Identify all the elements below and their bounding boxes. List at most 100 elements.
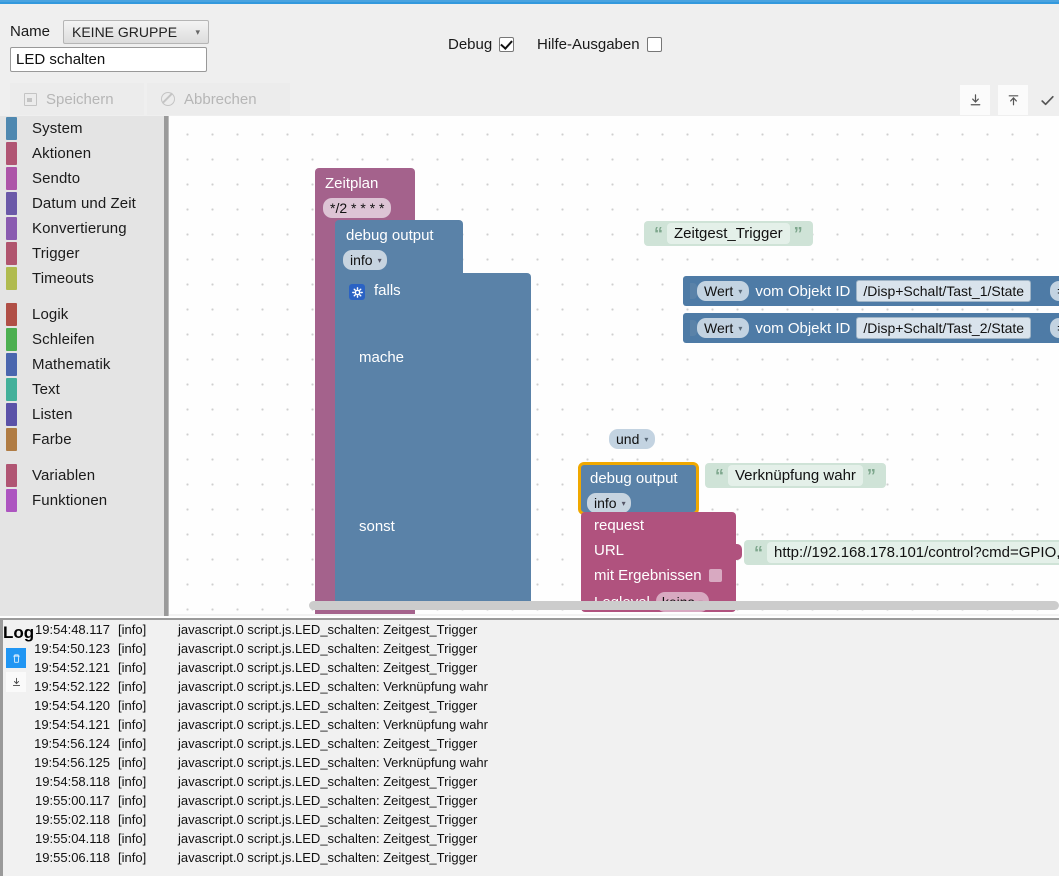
log-entry-time: 19:54:52.121 — [34, 660, 110, 675]
category-label: Mathematik — [32, 356, 111, 373]
condition-row[interactable]: Wert ▾ vom Objekt ID /Disp+Schalt/Tast_2… — [683, 313, 1059, 343]
text-block-value[interactable]: Verknüpfung wahr — [728, 465, 863, 486]
text-block-value[interactable]: Zeitgest_Trigger — [667, 223, 790, 244]
category-color-swatch — [6, 303, 17, 326]
category-label: Datum und Zeit — [32, 195, 136, 212]
log-entry[interactable]: 19:54:52.122 [info] javascript.0 script.js… — [0, 677, 1059, 696]
log-entry[interactable]: 19:54:50.123 [info] javascript.0 script.js… — [0, 639, 1059, 658]
log-entry-time: 19:55:06.118 — [35, 850, 110, 865]
puzzle-plug-icon — [732, 544, 742, 560]
object-id-field[interactable]: /Disp+Schalt/Tast_1/State — [856, 280, 1032, 302]
debug-checkbox[interactable] — [499, 37, 515, 52]
log-entry-message: javascript.0 script.js.LED_schalten: Zei… — [178, 774, 478, 789]
quote-open-icon: “ — [654, 223, 663, 244]
category-color-swatch — [6, 167, 17, 190]
log-entry-message: javascript.0 script.js.LED_schalten: Zei… — [178, 850, 478, 865]
debug-output-block-top[interactable]: debug output info ▾ — [335, 220, 463, 273]
cancel-button-label: Abbrechen — [184, 90, 257, 108]
log-entry[interactable]: 19:54:56.125 [info] javascript.0 script.js… — [0, 753, 1059, 772]
toolbox-category-timeouts[interactable]: Timeouts — [0, 266, 168, 291]
toolbox-category-text[interactable]: Text — [0, 377, 168, 402]
log-entry[interactable]: 19:55:06.118 [info] javascript.0 script.js… — [0, 848, 1059, 867]
import-button[interactable] — [998, 85, 1028, 115]
toolbox-category-listen[interactable]: Listen — [0, 402, 168, 427]
log-entry[interactable]: 19:55:02.118 [info] javascript.0 script.js… — [0, 810, 1059, 829]
log-entry[interactable]: 19:54:54.121 [info] javascript.0 script.js… — [0, 715, 1059, 734]
log-entry-list[interactable]: 19:54:48.117 [info] javascript.0 script.js… — [0, 620, 1059, 867]
log-entry-time: 19:54:52.122 — [34, 679, 110, 694]
chevron-down-icon: ▾ — [621, 498, 626, 508]
request-block-do[interactable]: request URL mit Ergebnissen Loglevel kei… — [581, 512, 742, 612]
comparator-dropdown[interactable]: = ▾ — [1050, 281, 1059, 301]
blockly-workspace[interactable]: Zeitplan */2 * * * * debug output info ▾… — [169, 116, 1059, 616]
toolbox-category-mathematik[interactable]: Mathematik — [0, 352, 168, 377]
log-entry[interactable]: 19:54:54.120 [info] javascript.0 script.js… — [0, 696, 1059, 715]
puzzle-notch-icon — [1037, 320, 1045, 336]
request-with-results-checkbox[interactable] — [708, 569, 722, 582]
toolbox-category-trigger[interactable]: Trigger — [0, 241, 168, 266]
check-icon — [1041, 95, 1054, 105]
toolbox-category-logik[interactable]: Logik — [0, 302, 168, 327]
toolbox-category-sendto[interactable]: Sendto — [0, 166, 168, 191]
do-label: mache — [359, 349, 405, 366]
log-entry-message: javascript.0 script.js.LED_schalten: Zei… — [178, 622, 478, 637]
debug-level-dropdown[interactable]: info ▾ — [343, 250, 387, 270]
log-entry[interactable]: 19:54:56.124 [info] javascript.0 script.js… — [0, 734, 1059, 753]
category-color-swatch — [6, 192, 17, 215]
toolbox-category-farbe[interactable]: Farbe — [0, 427, 168, 452]
and-operator-dropdown[interactable]: und ▾ — [609, 429, 656, 449]
export-button[interactable] — [960, 85, 990, 115]
save-button[interactable]: Speichern — [10, 83, 144, 115]
workspace-horizontal-scrollbar[interactable] — [169, 601, 1059, 610]
cron-field[interactable]: */2 * * * * — [323, 198, 392, 218]
toolbox-category-konvertierung[interactable]: Konvertierung — [0, 216, 168, 241]
comparator-dropdown[interactable]: = ▾ — [1050, 318, 1059, 338]
toolbox-category-datum-und-zeit[interactable]: Datum und Zeit — [0, 191, 168, 216]
value-type-dropdown[interactable]: Wert ▾ — [697, 318, 750, 338]
toolbox-category-system[interactable]: System — [0, 116, 168, 141]
toolbox-category-aktionen[interactable]: Aktionen — [0, 141, 168, 166]
gear-icon[interactable] — [349, 284, 365, 300]
toolbox-category-variablen[interactable]: Variablen — [0, 463, 168, 488]
toolbox-divider — [164, 116, 168, 616]
schedule-block-title: Zeitplan — [325, 175, 379, 192]
object-id-field[interactable]: /Disp+Schalt/Tast_2/State — [856, 317, 1032, 339]
category-label: Listen — [32, 406, 73, 423]
blockly-toolbox[interactable]: System Aktionen Sendto Datum und Zeit Konver… — [0, 116, 169, 616]
chevron-down-icon: ▾ — [377, 255, 382, 265]
url-value[interactable]: http://192.168.178.101/control?cmd=GPIO,… — [767, 542, 1059, 563]
log-entry[interactable]: 19:54:52.121 [info] javascript.0 script.js… — [0, 658, 1059, 677]
log-entry[interactable]: 19:55:04.118 [info] javascript.0 script.js… — [0, 829, 1059, 848]
group-dropdown[interactable]: KEINE GRUPPE ▾ — [63, 20, 209, 44]
debug-level-dropdown[interactable]: info ▾ — [587, 493, 631, 513]
scrollbar-thumb[interactable] — [309, 601, 1059, 610]
debug-level-value: info — [350, 252, 373, 268]
chevron-down-icon: ▾ — [195, 26, 200, 37]
condition-row[interactable]: Wert ▾ vom Objekt ID /Disp+Schalt/Tast_1… — [683, 276, 1059, 306]
category-color-swatch — [6, 489, 17, 512]
toolbox-category-schleifen[interactable]: Schleifen — [0, 327, 168, 352]
category-color-swatch — [6, 464, 17, 487]
text-block-trigger[interactable]: “ Zeitgest_Trigger ” — [644, 221, 813, 246]
log-entry[interactable]: 19:54:48.117 [info] javascript.0 script.js… — [0, 620, 1059, 639]
text-block-url-do[interactable]: “ http://192.168.178.101/control?cmd=GPI… — [744, 540, 1059, 565]
log-entry[interactable]: 19:54:58.118 [info] javascript.0 script.js… — [0, 772, 1059, 791]
confirm-button[interactable] — [1036, 85, 1059, 115]
name-label: Name — [10, 23, 51, 40]
log-entry-time: 19:54:48.117 — [35, 622, 110, 637]
schedule-block[interactable]: Zeitplan */2 * * * * — [315, 168, 415, 221]
text-block-verknuepfung[interactable]: “ Verknüpfung wahr ” — [705, 463, 886, 488]
category-label: Farbe — [32, 431, 72, 448]
cancel-button[interactable]: Abbrechen — [147, 83, 290, 115]
log-entry-severity: [info] — [118, 660, 147, 675]
log-entry-severity: [info] — [118, 698, 147, 713]
toolbox-category-funktionen[interactable]: Funktionen — [0, 488, 168, 513]
if-block[interactable]: falls mache sonst — [335, 273, 531, 606]
editor-header: Name KEINE GRUPPE ▾ Debug Hilfe-Ausgaben… — [0, 4, 1059, 117]
help-output-checkbox[interactable] — [646, 37, 662, 52]
script-name-input[interactable] — [10, 47, 207, 72]
log-entry-message: javascript.0 script.js.LED_schalten: Zei… — [178, 698, 478, 713]
value-type-dropdown[interactable]: Wert ▾ — [697, 281, 750, 301]
log-entry[interactable]: 19:55:00.117 [info] javascript.0 script.js… — [0, 791, 1059, 810]
debug-output-block-do[interactable]: debug output info ▾ — [578, 462, 699, 515]
